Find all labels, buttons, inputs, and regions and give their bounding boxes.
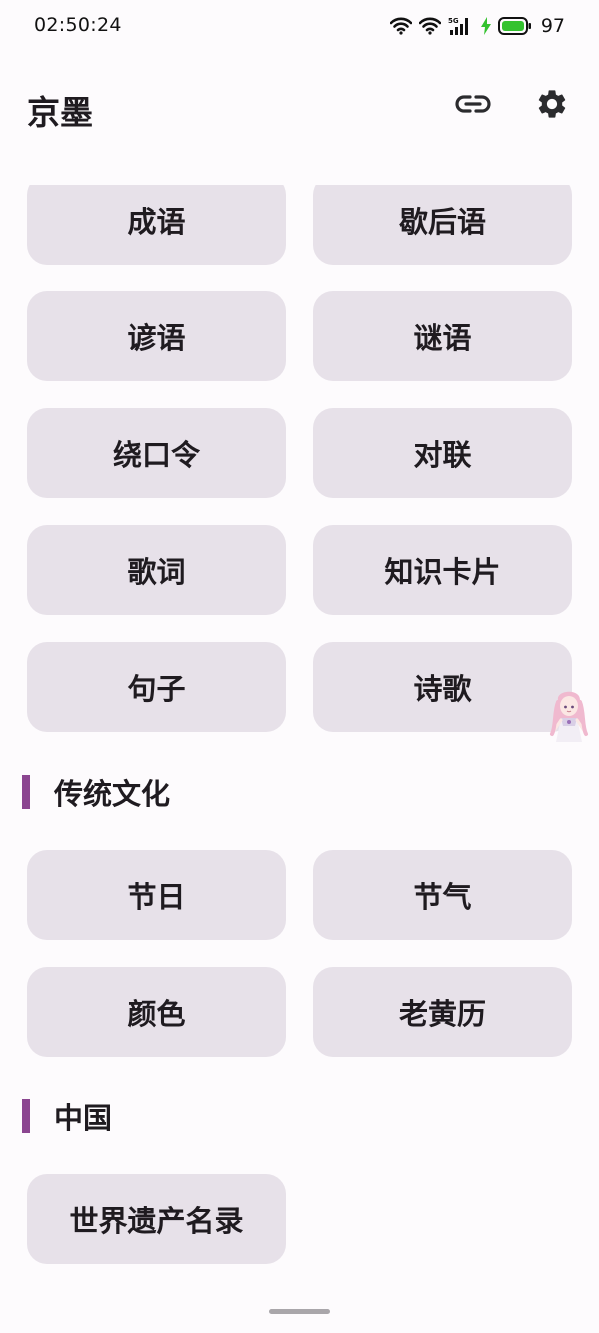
battery-icon xyxy=(497,17,532,35)
svg-text:5G: 5G xyxy=(448,17,459,25)
status-time: 02:50:24 xyxy=(34,14,122,36)
section-header-traditional-culture: 传统文化 xyxy=(22,775,170,811)
section-accent-bar xyxy=(22,1099,30,1133)
tile-world-heritage[interactable]: 世界遗产名录 xyxy=(27,1174,286,1264)
tile-zhishikapian[interactable]: 知识卡片 xyxy=(313,525,572,615)
tile-geci[interactable]: 歌词 xyxy=(27,525,286,615)
tile-juzi[interactable]: 句子 xyxy=(27,642,286,732)
tile-jieri[interactable]: 节日 xyxy=(27,850,286,940)
page-title: 京墨 xyxy=(27,93,93,132)
charging-icon xyxy=(480,17,491,35)
tile-laohuangli[interactable]: 老黄历 xyxy=(313,967,572,1057)
tile-shige[interactable]: 诗歌 xyxy=(313,642,572,732)
link-icon xyxy=(455,94,491,118)
tile-yanse[interactable]: 颜色 xyxy=(27,967,286,1057)
section-accent-bar xyxy=(22,775,30,809)
wifi-icon xyxy=(389,17,412,35)
tile-jieqi[interactable]: 节气 xyxy=(313,850,572,940)
gear-icon xyxy=(535,87,569,125)
content-list[interactable]: 成语 歇后语 谚语 谜语 绕口令 对联 歌词 知识卡片 句子 诗歌 传统文化 节… xyxy=(0,185,599,1293)
home-indicator[interactable] xyxy=(269,1309,330,1314)
mascot-icon xyxy=(550,691,588,742)
floating-mascot-button[interactable] xyxy=(546,686,592,746)
tile-raokouling[interactable]: 绕口令 xyxy=(27,408,286,498)
tile-yanyu[interactable]: 谚语 xyxy=(27,291,286,381)
status-bar: 02:50:24 5G 97 xyxy=(0,0,599,52)
section-title: 中国 xyxy=(54,1101,113,1135)
wifi-secondary-icon xyxy=(418,17,441,35)
tile-miyu[interactable]: 谜语 xyxy=(313,291,572,381)
link-button[interactable] xyxy=(451,84,495,128)
cellular-signal-icon: 5G xyxy=(448,16,474,36)
tile-chengyu[interactable]: 成语 xyxy=(27,185,286,265)
status-icons: 5G 97 xyxy=(389,12,565,40)
app-bar: 京墨 xyxy=(0,52,599,164)
battery-level: 97 xyxy=(540,15,565,37)
section-header-china: 中国 xyxy=(22,1099,112,1135)
settings-button[interactable] xyxy=(530,84,574,128)
tile-xiehouyu[interactable]: 歇后语 xyxy=(313,185,572,265)
section-title: 传统文化 xyxy=(54,777,171,811)
tile-duilian[interactable]: 对联 xyxy=(313,408,572,498)
